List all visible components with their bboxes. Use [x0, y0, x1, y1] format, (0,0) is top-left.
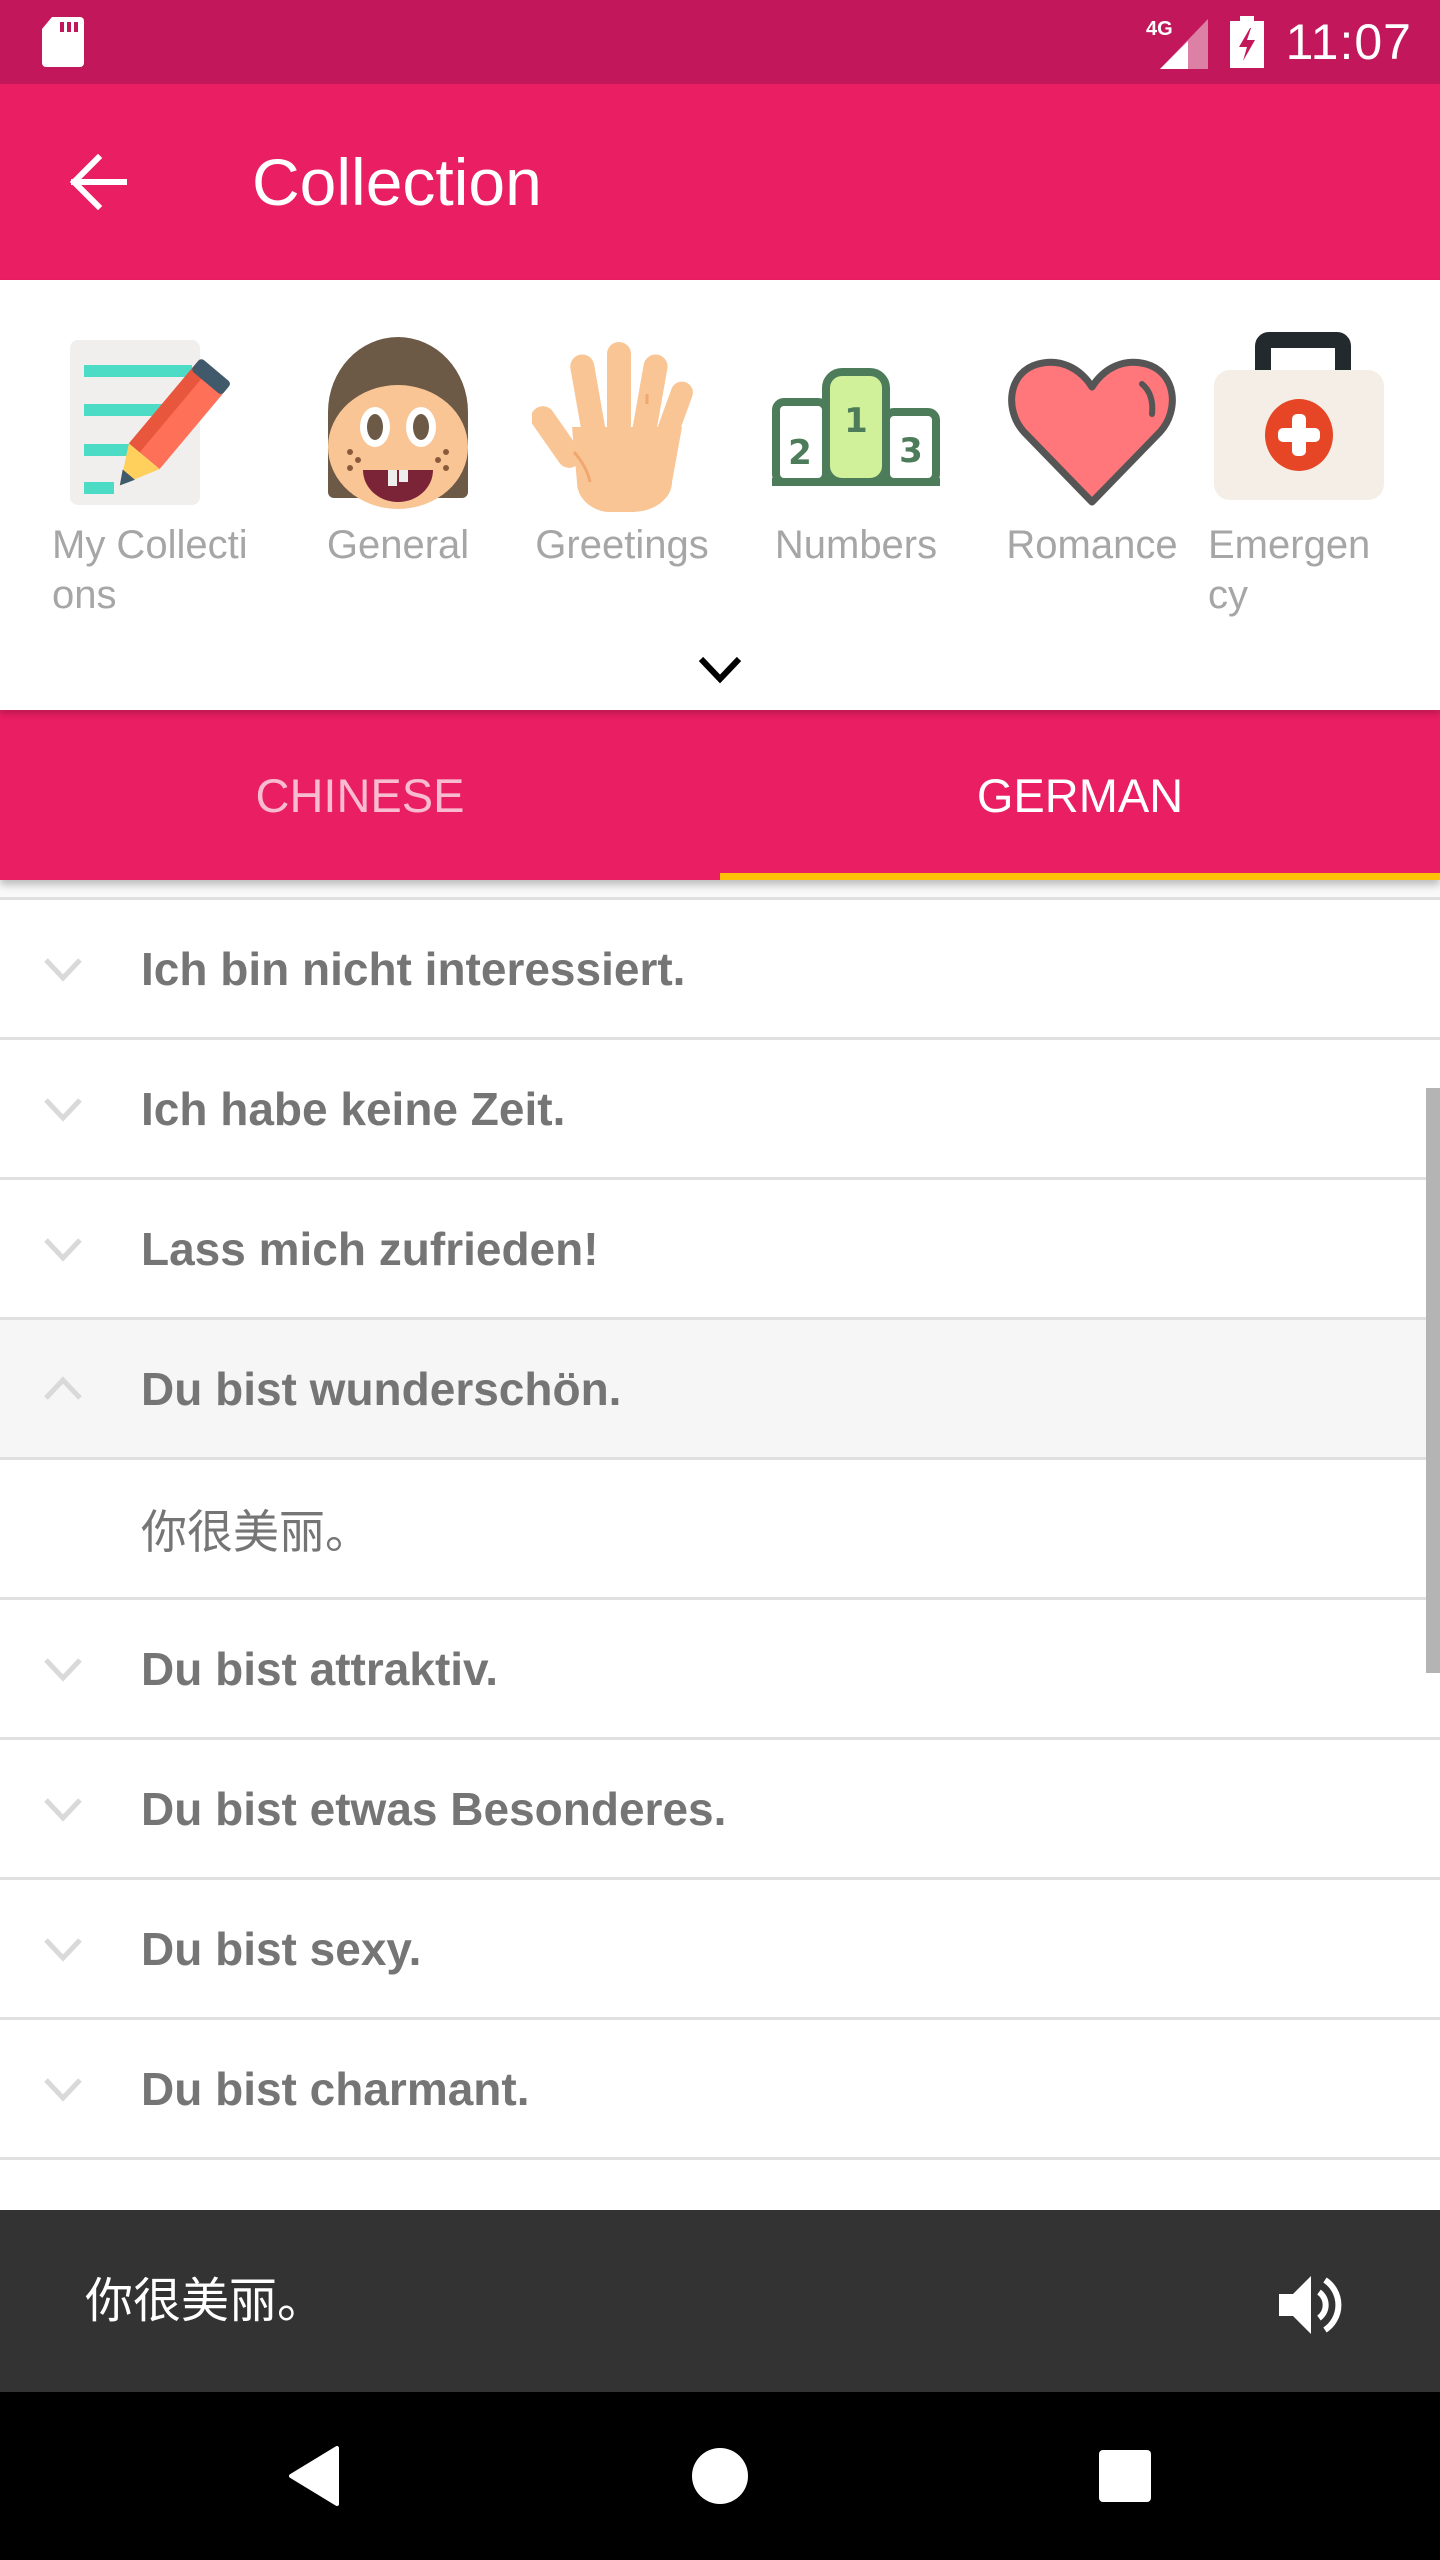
- list-scrollbar[interactable]: [1426, 1088, 1440, 1673]
- home-nav-icon: [692, 2448, 748, 2504]
- tab-german[interactable]: GERMAN: [720, 710, 1440, 880]
- heart-icon: [1008, 358, 1176, 506]
- phrase-text: Du bist sexy.: [141, 1922, 422, 1975]
- chevron-down-icon: [698, 656, 742, 684]
- phrase-text: Lass mich zufrieden!: [141, 1222, 599, 1275]
- category-label: General: [326, 523, 470, 567]
- clock: 11:07: [1285, 14, 1412, 70]
- category-label: My Collections: [52, 523, 248, 617]
- nav-home-button[interactable]: [680, 2436, 760, 2516]
- phrase-text: Ich habe keine Zeit.: [141, 1082, 566, 1135]
- chevron-down-icon: [44, 1657, 82, 1682]
- divider: [0, 880, 1440, 900]
- tab-chinese[interactable]: CHINESE: [0, 710, 720, 880]
- svg-text:3: 3: [899, 431, 923, 471]
- phrase-text: Du bist charmant.: [141, 2062, 530, 2115]
- translation-text: 你很美丽。: [141, 1504, 371, 1559]
- phrase-text: Du bist etwas Besonderes.: [141, 1782, 727, 1835]
- category-label: Romance: [1006, 523, 1178, 567]
- chevron-down-icon: [44, 957, 82, 982]
- back-button[interactable]: [58, 142, 138, 222]
- chevron-down-icon: [44, 1237, 82, 1262]
- player-text: 你很美丽。: [85, 2273, 326, 2329]
- category-romance[interactable]: Romance: [982, 332, 1202, 570]
- battery-charging-icon: [1229, 16, 1264, 68]
- category-numbers[interactable]: 2 1 3 Numbers: [756, 332, 956, 570]
- back-nav-icon: [289, 2446, 339, 2506]
- chevron-down-icon: [44, 1097, 82, 1122]
- svg-text:2: 2: [788, 433, 812, 473]
- tab-label: GERMAN: [976, 768, 1184, 822]
- category-general[interactable]: General: [298, 332, 498, 570]
- category-label: Greetings: [535, 523, 709, 567]
- category-my-collections[interactable]: My Collections: [52, 332, 252, 620]
- sd-card-icon: [42, 17, 84, 67]
- chevron-up-icon: [44, 1375, 82, 1400]
- play-audio-button[interactable]: [1270, 2265, 1350, 2345]
- network-type: 4G: [1146, 18, 1173, 40]
- svg-text:1: 1: [844, 401, 868, 441]
- phrase-row[interactable]: Ich bin nicht interessiert.: [0, 900, 1440, 1040]
- phrase-row[interactable]: Du bist attraktiv.: [0, 1600, 1440, 1740]
- chevron-down-icon: [44, 1937, 82, 1962]
- tab-label: CHINESE: [255, 768, 465, 822]
- signal-4g-icon: 4G: [1146, 18, 1208, 69]
- tab-indicator: [720, 873, 1440, 880]
- phrase-row-expanded[interactable]: Du bist wunderschön.: [0, 1320, 1440, 1460]
- app-bar: Collection: [0, 84, 1440, 280]
- category-strip: My Collections General Greetings 2 1 3 N…: [0, 280, 1440, 710]
- speaker-icon: [1279, 2276, 1342, 2334]
- waving-hand-icon: [532, 342, 693, 512]
- nav-recents-button[interactable]: [1085, 2436, 1165, 2516]
- expand-categories-button[interactable]: [690, 640, 750, 700]
- phrase-text: Ich bin nicht interessiert.: [141, 942, 686, 995]
- chevron-down-icon: [44, 1797, 82, 1822]
- recents-nav-icon: [1099, 2450, 1151, 2502]
- page-title: Collection: [252, 145, 542, 219]
- phrase-text: Du bist attraktiv.: [141, 1642, 498, 1695]
- phrase-row[interactable]: Du bist charmant.: [0, 2020, 1440, 2160]
- category-greetings[interactable]: Greetings: [522, 332, 722, 570]
- translation-row[interactable]: 你很美丽。: [0, 1460, 1440, 1600]
- face-icon: [328, 337, 468, 509]
- phrase-text: Du bist wunderschön.: [141, 1362, 622, 1415]
- category-label: Numbers: [774, 523, 938, 567]
- status-bar: 4G 11:07: [0, 0, 1440, 84]
- first-aid-kit-icon: [1214, 332, 1384, 500]
- phrase-row[interactable]: Ich habe keine Zeit.: [0, 1040, 1440, 1180]
- arrow-back-icon: [69, 154, 127, 210]
- chevron-down-icon: [44, 2077, 82, 2102]
- system-nav-bar: [0, 2392, 1440, 2560]
- notepad-pencil-icon: [70, 340, 230, 505]
- language-tabs: CHINESE GERMAN: [0, 710, 1440, 880]
- nav-back-button[interactable]: [275, 2436, 355, 2516]
- category-label: Emergency: [1208, 523, 1371, 617]
- phrase-row[interactable]: Du bist etwas Besonderes.: [0, 1740, 1440, 1880]
- phrase-list: Ich bin nicht interessiert. Ich habe kei…: [0, 880, 1440, 2210]
- category-emergency[interactable]: Emergency: [1208, 332, 1398, 620]
- phrase-row[interactable]: Du bist sexy.: [0, 1880, 1440, 2020]
- podium-icon: 2 1 3: [772, 368, 940, 486]
- audio-player-bar: 你很美丽。: [0, 2210, 1440, 2392]
- phrase-row[interactable]: Lass mich zufrieden!: [0, 1180, 1440, 1320]
